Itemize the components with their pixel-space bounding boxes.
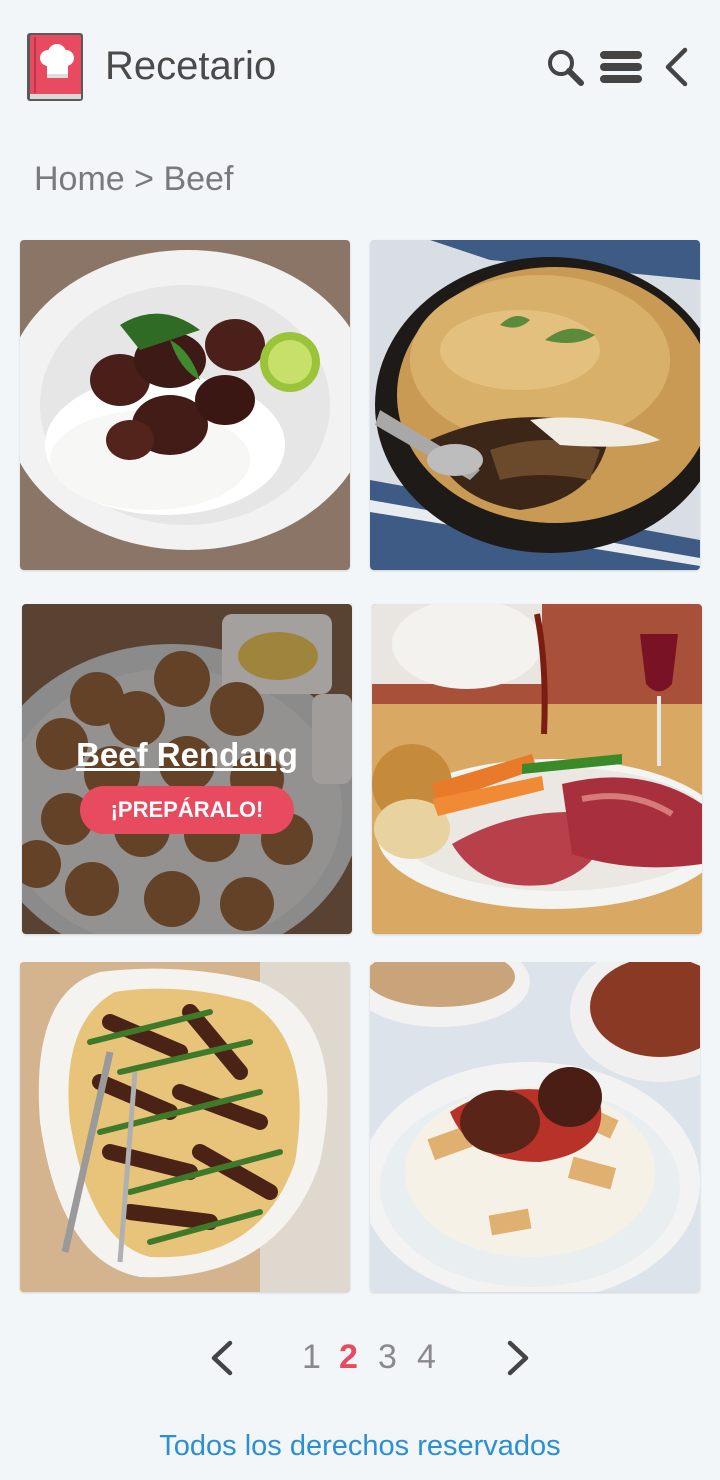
recipe-photo <box>370 240 700 570</box>
app-header: Recetario <box>0 0 720 140</box>
page-link-4[interactable]: 4 <box>417 1338 436 1377</box>
page-link-1[interactable]: 1 <box>302 1338 321 1377</box>
recipe-photo <box>370 962 700 1292</box>
recipe-photo <box>20 962 350 1292</box>
recipe-title-link[interactable]: Beef Rendang <box>22 736 352 774</box>
recipe-card[interactable] <box>372 604 702 934</box>
app-title: Recetario <box>105 44 277 88</box>
back-button[interactable] <box>654 44 698 90</box>
recipe-card[interactable] <box>370 962 700 1292</box>
menu-icon <box>600 51 642 83</box>
recipe-photo <box>372 604 702 934</box>
page-link-3[interactable]: 3 <box>378 1338 397 1377</box>
recipe-card-featured[interactable]: Beef Rendang ¡PREPÁRALO! <box>22 604 352 934</box>
recipe-photo <box>20 240 350 570</box>
prev-page-button[interactable] <box>202 1336 242 1380</box>
menu-button[interactable] <box>599 44 643 90</box>
prepare-button[interactable]: ¡PREPÁRALO! <box>80 786 294 834</box>
recipe-card[interactable] <box>370 240 700 570</box>
recipe-card[interactable] <box>20 240 350 570</box>
search-icon <box>548 50 584 86</box>
page-link-2-current[interactable]: 2 <box>339 1338 358 1377</box>
chevron-left-icon <box>211 1340 233 1376</box>
search-button[interactable] <box>543 44 587 90</box>
back-chevron-icon <box>665 47 688 87</box>
recipe-card[interactable] <box>20 962 350 1292</box>
chevron-right-icon <box>507 1340 529 1376</box>
cookbook-logo-icon <box>26 32 84 102</box>
next-page-button[interactable] <box>498 1336 538 1380</box>
footer-link[interactable]: Todos los derechos reservados <box>0 1430 720 1463</box>
breadcrumb[interactable]: Home > Beef <box>34 160 233 199</box>
